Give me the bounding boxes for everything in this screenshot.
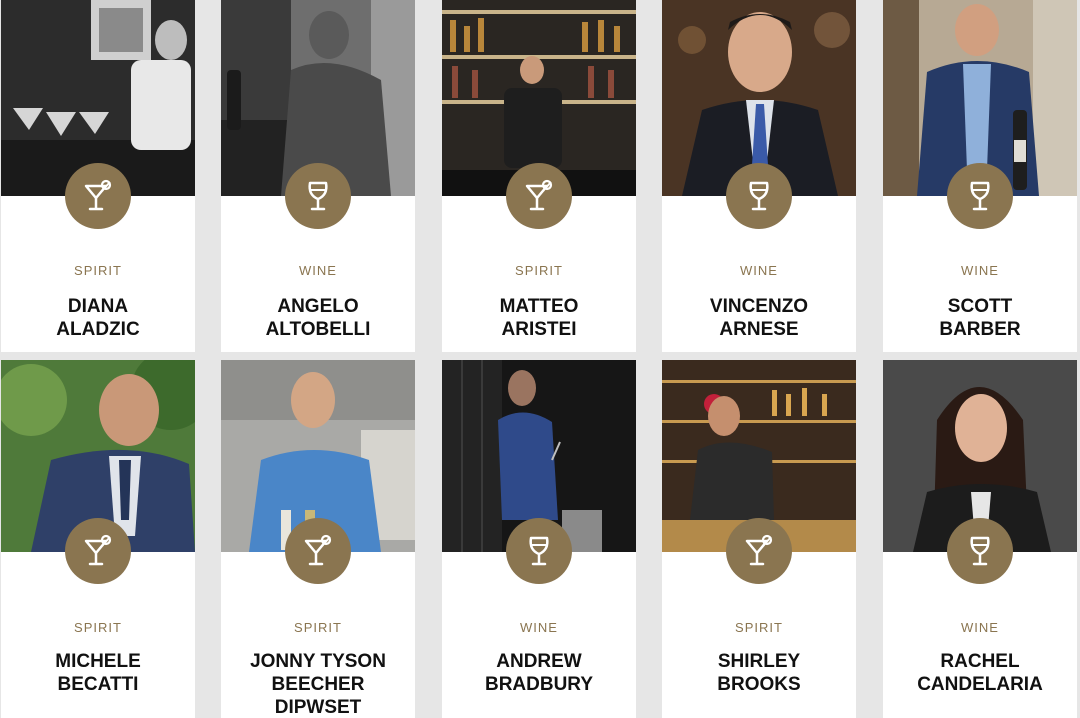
category-badge [285, 518, 351, 584]
judge-card[interactable]: SPIRIT MICHELE BECATTI [1, 360, 195, 718]
category-label: SPIRIT [74, 263, 122, 278]
category-label: SPIRIT [735, 620, 783, 635]
wine-glass-icon [970, 536, 990, 566]
judge-name: RACHEL CANDELARIA [917, 651, 1043, 695]
judge-name: SHIRLEY BROOKS [717, 651, 801, 695]
category-label: WINE [961, 620, 999, 635]
category-badge [506, 518, 572, 584]
category-label: SPIRIT [515, 263, 563, 278]
category-badge [506, 163, 572, 229]
judge-card[interactable]: WINE ANDREW BRADBURY [442, 360, 636, 718]
cocktail-glass-icon [745, 534, 773, 566]
judge-name: ANDREW BRADBURY [484, 651, 594, 695]
judge-name: JONNY TYSON BEECHER DIPWSET [250, 651, 386, 718]
judge-name: DIANA ALADZIC [56, 296, 140, 340]
wine-glass-icon [970, 181, 990, 211]
judge-card[interactable]: SPIRIT SHIRLEY BROOKS [662, 360, 856, 718]
wine-glass-icon [529, 536, 549, 566]
judge-name: SCOTT BARBER [939, 296, 1021, 340]
judge-card[interactable]: WINE SCOTT BARBER [883, 0, 1077, 352]
judge-card[interactable]: WINE RACHEL CANDELARIA [883, 360, 1077, 718]
category-badge [65, 518, 131, 584]
category-label: SPIRIT [294, 620, 342, 635]
category-badge [726, 163, 792, 229]
judge-name: VINCENZO ARNESE [709, 296, 809, 340]
category-badge [947, 518, 1013, 584]
judge-name: MICHELE BECATTI [55, 651, 141, 695]
judge-name: ANGELO ALTOBELLI [265, 296, 371, 340]
category-badge [947, 163, 1013, 229]
cocktail-glass-icon [84, 534, 112, 566]
judge-card[interactable]: SPIRIT MATTEO ARISTEI [442, 0, 636, 352]
judge-card[interactable]: WINE ANGELO ALTOBELLI [221, 0, 415, 352]
category-label: WINE [961, 263, 999, 278]
judge-name: MATTEO ARISTEI [499, 296, 579, 340]
category-badge [726, 518, 792, 584]
category-label: WINE [520, 620, 558, 635]
category-badge [65, 163, 131, 229]
cocktail-glass-icon [304, 534, 332, 566]
category-label: WINE [740, 263, 778, 278]
category-label: SPIRIT [74, 620, 122, 635]
wine-glass-icon [749, 181, 769, 211]
judges-grid: SPIRIT DIANA ALADZIC WINE ANGELO ALTOBEL… [0, 0, 1080, 718]
judge-card[interactable]: WINE VINCENZO ARNESE [662, 0, 856, 352]
category-badge [285, 163, 351, 229]
judge-card[interactable]: SPIRIT JONNY TYSON BEECHER DIPWSET [221, 360, 415, 718]
category-label: WINE [299, 263, 337, 278]
judge-card[interactable]: SPIRIT DIANA ALADZIC [1, 0, 195, 352]
cocktail-glass-icon [525, 179, 553, 211]
cocktail-glass-icon [84, 179, 112, 211]
wine-glass-icon [308, 181, 328, 211]
